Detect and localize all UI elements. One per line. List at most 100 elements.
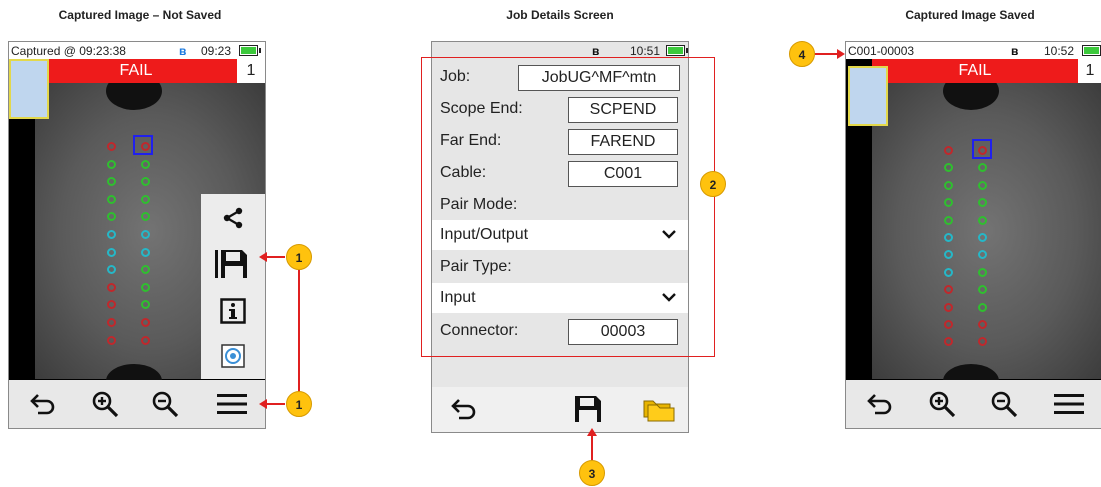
target-icon[interactable] bbox=[221, 344, 245, 368]
bottom-toolbar bbox=[846, 380, 1101, 428]
fiber-marker bbox=[944, 215, 953, 225]
connector-field[interactable]: 00003 bbox=[568, 319, 678, 345]
fiber-marker bbox=[978, 180, 987, 190]
highlight-box-left bbox=[421, 57, 422, 357]
fiber-marker bbox=[141, 247, 150, 257]
bluetooth-icon: ʙ bbox=[592, 44, 600, 58]
menu-icon[interactable] bbox=[217, 392, 247, 416]
scope-end-row: Scope End: SCPEND bbox=[432, 94, 688, 124]
callout-3-save: 3 bbox=[579, 460, 605, 486]
cable-field[interactable]: C001 bbox=[568, 161, 678, 187]
zoom-in-icon[interactable] bbox=[91, 390, 119, 418]
fiber-marker bbox=[944, 146, 953, 155]
battery-icon bbox=[1082, 45, 1101, 56]
fiber-marker bbox=[107, 335, 116, 345]
connector-label: Connector: bbox=[440, 322, 519, 339]
bottom-toolbar bbox=[9, 380, 265, 428]
fiber-marker bbox=[978, 320, 987, 329]
fiber-marker bbox=[141, 194, 150, 204]
clock-text: 10:52 bbox=[1044, 44, 1075, 58]
zoom-out-icon[interactable] bbox=[990, 390, 1018, 418]
pair-mode-value: Input/Output bbox=[440, 226, 529, 243]
cable-row: Cable: C001 bbox=[432, 158, 688, 188]
fiber-marker bbox=[141, 335, 150, 345]
zoom-in-icon[interactable] bbox=[928, 390, 956, 418]
callout-1-menu: 1 bbox=[286, 391, 312, 417]
fiber-marker bbox=[978, 302, 987, 312]
callout-line bbox=[265, 256, 285, 258]
status-bar: Captured @ 09:23:38 ʙ 09:23 bbox=[9, 42, 265, 59]
zoom-out-icon[interactable] bbox=[151, 390, 179, 418]
bluetooth-icon: ʙ bbox=[1011, 44, 1019, 58]
status-bar: C001-00003 ʙ 10:52 bbox=[846, 42, 1101, 59]
callout-line bbox=[591, 433, 593, 460]
image-count: 1 bbox=[237, 59, 265, 83]
capture-status-text: Captured @ 09:23:38 bbox=[11, 44, 126, 58]
job-field[interactable]: JobUG^MF^mtn bbox=[518, 65, 680, 91]
image-thumbnail[interactable] bbox=[848, 66, 888, 126]
scope-end-field[interactable]: SCPEND bbox=[568, 97, 678, 123]
callout-arrow bbox=[587, 428, 597, 436]
folder-icon[interactable] bbox=[642, 395, 676, 423]
fiber-marker bbox=[141, 282, 150, 292]
caption-saved: Captured Image Saved bbox=[905, 8, 1035, 22]
image-count: 1 bbox=[1078, 59, 1101, 83]
result-banner: FAIL bbox=[35, 59, 237, 83]
callout-line bbox=[298, 270, 300, 404]
bluetooth-icon: ʙ bbox=[179, 44, 187, 58]
fiber-marker bbox=[978, 215, 987, 225]
image-thumbnail[interactable] bbox=[9, 59, 49, 119]
pair-type-select[interactable]: Input bbox=[432, 283, 688, 313]
result-banner: FAIL bbox=[872, 59, 1078, 83]
battery-icon bbox=[239, 45, 261, 56]
back-icon[interactable] bbox=[29, 392, 57, 416]
pair-mode-select[interactable]: Input/Output bbox=[432, 220, 688, 250]
fiber-marker bbox=[141, 142, 150, 151]
menu-icon[interactable] bbox=[1054, 392, 1084, 416]
pair-type-value: Input bbox=[440, 289, 476, 306]
share-icon[interactable] bbox=[221, 206, 245, 230]
info-icon[interactable] bbox=[220, 298, 246, 324]
back-icon[interactable] bbox=[450, 397, 478, 421]
left-device-screen: Captured @ 09:23:38 ʙ 09:23 FAIL 1 bbox=[8, 41, 266, 429]
fiber-marker bbox=[107, 194, 116, 204]
job-row: Job: JobUG^MF^mtn bbox=[432, 62, 688, 92]
side-menu bbox=[201, 194, 265, 379]
fiber-marker bbox=[944, 180, 953, 190]
chevron-down-icon bbox=[662, 230, 676, 239]
fiber-image bbox=[872, 83, 1101, 379]
pair-type-label-row: Pair Type: bbox=[432, 252, 688, 282]
callout-1-save: 1 bbox=[286, 244, 312, 270]
cable-label: Cable: bbox=[440, 164, 487, 181]
clock-text: 09:23 bbox=[201, 44, 232, 58]
fiber-marker bbox=[944, 320, 953, 329]
battery-icon bbox=[666, 45, 688, 56]
fiber-marker bbox=[141, 318, 150, 327]
fiber-marker bbox=[107, 247, 116, 257]
connector-row: Connector: 00003 bbox=[432, 316, 688, 346]
callout-line bbox=[265, 403, 285, 405]
pair-mode-label: Pair Mode: bbox=[440, 196, 518, 213]
caption-not-saved: Captured Image – Not Saved bbox=[58, 8, 222, 22]
pair-type-label: Pair Type: bbox=[440, 258, 512, 275]
pair-mode-label-row: Pair Mode: bbox=[432, 190, 688, 220]
highlight-box-top bbox=[421, 57, 715, 58]
fiber-marker bbox=[978, 146, 987, 155]
far-end-field[interactable]: FAREND bbox=[568, 129, 678, 155]
caption-job-details: Job Details Screen bbox=[506, 8, 614, 22]
job-details-screen: ʙ 10:51 Job: JobUG^MF^mtn Scope End: SCP… bbox=[431, 41, 689, 433]
callout-arrow bbox=[259, 399, 267, 409]
clock-text: 10:51 bbox=[630, 44, 661, 58]
far-end-label: Far End: bbox=[440, 132, 502, 149]
callout-line bbox=[815, 53, 839, 55]
job-label: Job: bbox=[440, 68, 471, 85]
file-name-text: C001-00003 bbox=[848, 44, 915, 58]
callout-4-file-name: 4 bbox=[789, 41, 815, 67]
fiber-marker bbox=[141, 159, 150, 169]
save-icon[interactable] bbox=[215, 248, 249, 280]
save-icon[interactable] bbox=[574, 395, 602, 423]
fiber-marker bbox=[978, 267, 987, 277]
highlight-box-right bbox=[714, 57, 715, 357]
back-icon[interactable] bbox=[866, 392, 894, 416]
fiber-marker bbox=[944, 302, 953, 312]
